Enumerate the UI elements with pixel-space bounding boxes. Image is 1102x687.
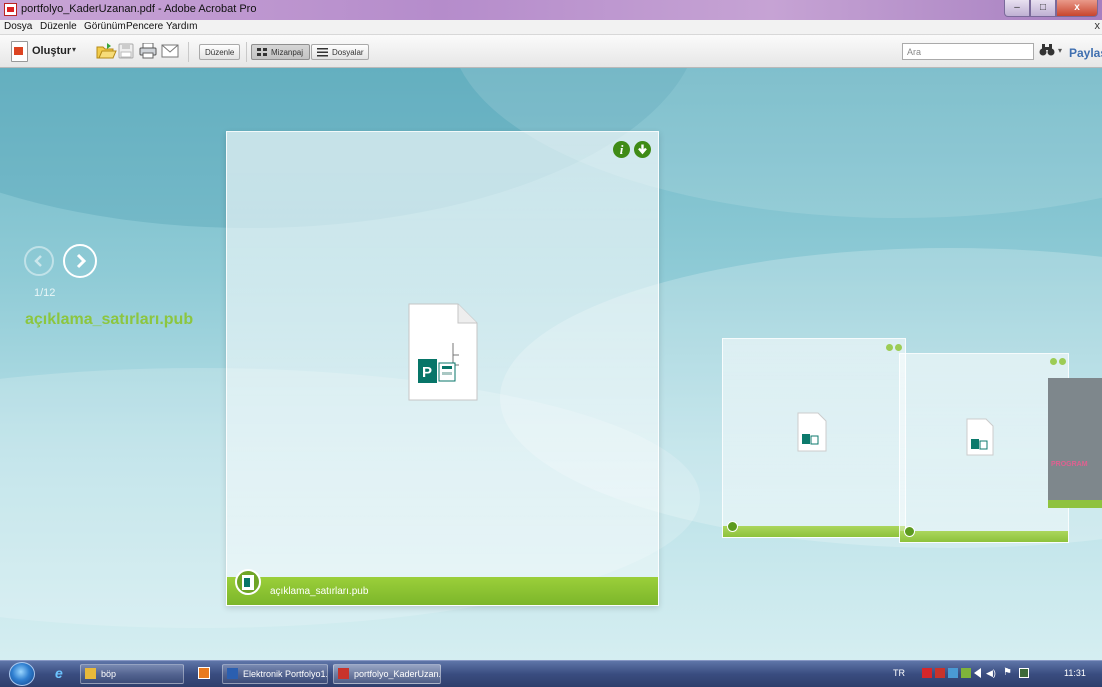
files-view-button[interactable]: Dosyalar: [311, 44, 369, 60]
card-file-name: açıklama_satırları.pub: [270, 586, 369, 597]
menu-help[interactable]: Yardım: [166, 21, 198, 32]
volume-icon[interactable]: ◀): [986, 668, 996, 678]
taskbar-item[interactable]: böp: [80, 664, 184, 684]
svg-text:P: P: [422, 364, 432, 381]
previous-file-button[interactable]: [24, 246, 54, 276]
search-options-caret[interactable]: ▾: [1058, 46, 1062, 55]
taskbar-item[interactable]: Elektronik Portfolyo1...: [222, 664, 328, 684]
current-file-name[interactable]: açıklama_satırları.pub: [25, 311, 193, 329]
app-tray-icon[interactable]: [961, 668, 971, 678]
download-icon[interactable]: [895, 344, 902, 351]
acrobat-tray-icon[interactable]: [935, 668, 945, 678]
maximize-button[interactable]: □: [1030, 0, 1056, 17]
close-button[interactable]: x: [1056, 0, 1098, 17]
email-icon[interactable]: [161, 44, 179, 58]
toolbar-separator: [246, 42, 247, 62]
taskbar-item[interactable]: portfolyo_KaderUzan...: [333, 664, 441, 684]
clock[interactable]: 11:31: [1064, 668, 1086, 678]
file-type-badge: [727, 521, 738, 532]
acrobat-icon: [338, 668, 349, 679]
print-icon[interactable]: [139, 43, 157, 59]
create-button[interactable]: Oluştur: [32, 45, 71, 57]
download-icon[interactable]: [1059, 358, 1066, 365]
file-card-partial[interactable]: PROGRAM: [1048, 378, 1102, 508]
publisher-file-icon: [797, 412, 827, 452]
info-icon[interactable]: [886, 344, 893, 351]
share-button[interactable]: Paylaş: [1069, 46, 1102, 60]
file-type-badge: [235, 569, 261, 595]
edit-button[interactable]: Düzenle: [199, 44, 240, 60]
media-player-icon[interactable]: [198, 667, 210, 679]
layout-view-label: Mizanpaj: [271, 48, 304, 57]
card-title-bar: [900, 531, 1068, 542]
word-icon: [227, 668, 238, 679]
chevron-left-icon: [34, 255, 42, 267]
portfolio-stage: 1/12 açıklama_satırları.pub i P açıklama…: [0, 68, 1102, 660]
card-title-bar: açıklama_satırları.pub: [227, 577, 658, 605]
network-tray-icon[interactable]: [948, 668, 958, 678]
info-icon[interactable]: [1050, 358, 1057, 365]
open-folder-icon[interactable]: [95, 41, 117, 61]
menu-window[interactable]: Pencere: [126, 21, 163, 32]
menu-edit[interactable]: Düzenle: [40, 21, 77, 32]
file-card[interactable]: [899, 353, 1069, 543]
publisher-badge-icon: [242, 575, 254, 590]
acrobat-pdf-icon: [4, 3, 17, 16]
menu-file[interactable]: Dosya: [4, 21, 32, 32]
card-preview-fragment: PROGRAM: [1051, 461, 1088, 468]
file-type-badge: [904, 526, 915, 537]
folder-icon: [85, 668, 96, 679]
menu-view[interactable]: Görünüm: [84, 21, 126, 32]
start-button[interactable]: [9, 662, 35, 686]
taskbar-item-label: portfolyo_KaderUzan...: [354, 669, 441, 679]
taskbar-item-label: böp: [101, 669, 117, 679]
list-icon: [317, 48, 328, 57]
antivirus-tray-icon[interactable]: [922, 668, 932, 678]
internet-explorer-icon[interactable]: e: [55, 665, 63, 681]
menu-bar: Dosya Düzenle Görünüm Pencere Yardım x: [0, 20, 1102, 35]
publisher-file-icon: P: [408, 303, 478, 401]
toolbar-separator: [188, 42, 189, 62]
search-input[interactable]: [902, 43, 1034, 60]
action-center-flag-icon[interactable]: ⚑: [1003, 668, 1013, 678]
chevron-right-icon: [76, 253, 87, 269]
show-hidden-icons-arrow[interactable]: [974, 668, 981, 678]
toolbar: Oluştur ▾ Düzenle Mizanpaj Dosyalar Ara …: [0, 35, 1102, 68]
file-counter: 1/12: [34, 287, 56, 299]
grid-icon: [257, 48, 267, 56]
file-card[interactable]: [722, 338, 906, 538]
create-dropdown-caret[interactable]: ▾: [72, 45, 76, 54]
windows-taskbar: e böp Elektronik Portfolyo1... portfolyo…: [0, 660, 1102, 687]
file-card-main[interactable]: i P açıklama_satırları.pub: [226, 131, 659, 606]
card-title-bar: [1048, 500, 1102, 508]
info-icon[interactable]: i: [613, 141, 630, 158]
next-file-button[interactable]: [63, 244, 97, 278]
create-pdf-icon[interactable]: [11, 41, 28, 62]
window-controls: – □ x: [1004, 0, 1098, 18]
files-view-label: Dosyalar: [332, 48, 364, 57]
layout-view-button[interactable]: Mizanpaj: [251, 44, 310, 60]
minimize-button[interactable]: –: [1004, 0, 1030, 17]
title-bar: portfolyo_KaderUzanan.pdf - Adobe Acroba…: [0, 0, 1102, 20]
binoculars-search-icon[interactable]: [1039, 43, 1055, 59]
card-title-bar: [723, 526, 905, 537]
download-icon[interactable]: [634, 141, 651, 158]
language-indicator[interactable]: TR: [893, 668, 905, 678]
taskbar-item-label: Elektronik Portfolyo1...: [243, 669, 328, 679]
network-status-icon[interactable]: [1019, 668, 1029, 678]
save-icon[interactable]: [118, 43, 134, 59]
document-close-button[interactable]: x: [1095, 20, 1101, 32]
window-title: portfolyo_KaderUzanan.pdf - Adobe Acroba…: [21, 3, 257, 15]
publisher-file-icon: [966, 418, 994, 456]
